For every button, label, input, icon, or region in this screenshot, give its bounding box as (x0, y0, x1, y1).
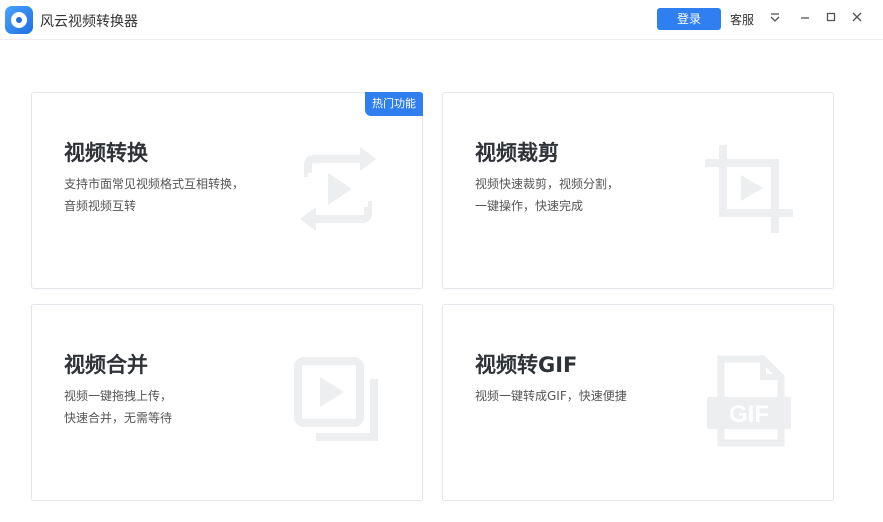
card-video-to-gif[interactable]: 视频转GIF 视频一键转成GIF，快速便捷 GIF (442, 304, 834, 501)
app-title: 风云视频转换器 (40, 14, 138, 30)
description-line: 视频快速裁剪，视频分割， (475, 177, 620, 191)
menu-icon[interactable] (766, 8, 784, 26)
description-line: 视频一键转成GIF，快速便捷 (475, 389, 627, 403)
video-merge-icon (290, 353, 386, 449)
card-title: 视频转GIF (475, 353, 578, 377)
hot-feature-badge: 热门功能 (365, 92, 423, 116)
card-title: 视频转换 (64, 141, 148, 165)
app-logo-icon (5, 6, 33, 34)
card-title: 视频裁剪 (475, 141, 559, 165)
maximize-icon[interactable] (822, 8, 840, 26)
description-line: 音频视频互转 (64, 199, 137, 213)
card-description: 视频一键拖拽上传， 快速合并，无需等待 (64, 385, 172, 429)
card-description: 视频快速裁剪，视频分割， 一键操作，快速完成 (475, 173, 619, 217)
description-line: 快速合并，无需等待 (64, 411, 173, 425)
video-gif-icon: GIF (701, 353, 797, 449)
card-video-merge[interactable]: 视频合并 视频一键拖拽上传， 快速合并，无需等待 (31, 304, 423, 501)
gif-icon-label: GIF (729, 401, 769, 428)
card-video-convert[interactable]: 热门功能 视频转换 支持市面常见视频格式互相转换， 音频视频互转 (31, 92, 423, 289)
description-line: 支持市面常见视频格式互相转换， (64, 177, 245, 191)
customer-service-button[interactable]: 客服 (730, 11, 754, 28)
close-icon[interactable] (848, 8, 866, 26)
video-crop-icon (701, 141, 797, 237)
card-title: 视频合并 (64, 353, 148, 377)
card-description: 支持市面常见视频格式互相转换， 音频视频互转 (64, 173, 244, 217)
login-button[interactable]: 登录 (657, 8, 721, 30)
description-line: 视频一键拖拽上传， (64, 389, 173, 403)
card-description: 视频一键转成GIF，快速便捷 (475, 385, 627, 407)
title-bar: 风云视频转换器 登录 客服 (0, 0, 883, 40)
card-video-crop[interactable]: 视频裁剪 视频快速裁剪，视频分割， 一键操作，快速完成 (442, 92, 834, 289)
description-line: 一键操作，快速完成 (475, 199, 584, 213)
minimize-icon[interactable] (796, 8, 814, 26)
video-convert-icon (290, 141, 386, 237)
